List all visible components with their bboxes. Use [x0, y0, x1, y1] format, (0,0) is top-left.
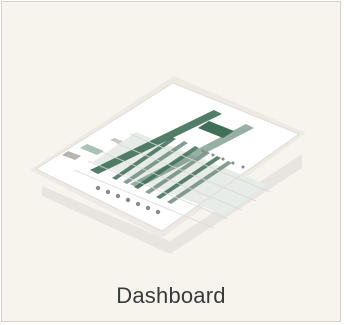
dashboard-card[interactable]: Dashboard	[1, 1, 341, 322]
dashboard-preview-icon	[30, 76, 306, 254]
card-label: Dashboard	[116, 283, 226, 308]
